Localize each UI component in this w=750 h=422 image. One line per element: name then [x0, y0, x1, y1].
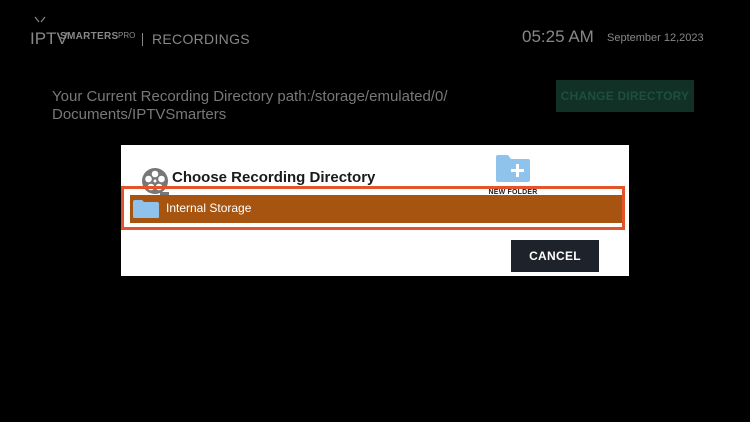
- selection-highlight: [121, 186, 625, 230]
- new-folder-icon: [496, 155, 530, 182]
- choose-directory-dialog: Choose Recording Directory NEW FOLDER In…: [121, 145, 629, 276]
- dialog-title: Choose Recording Directory: [172, 169, 376, 186]
- cancel-button[interactable]: CANCEL: [511, 240, 599, 272]
